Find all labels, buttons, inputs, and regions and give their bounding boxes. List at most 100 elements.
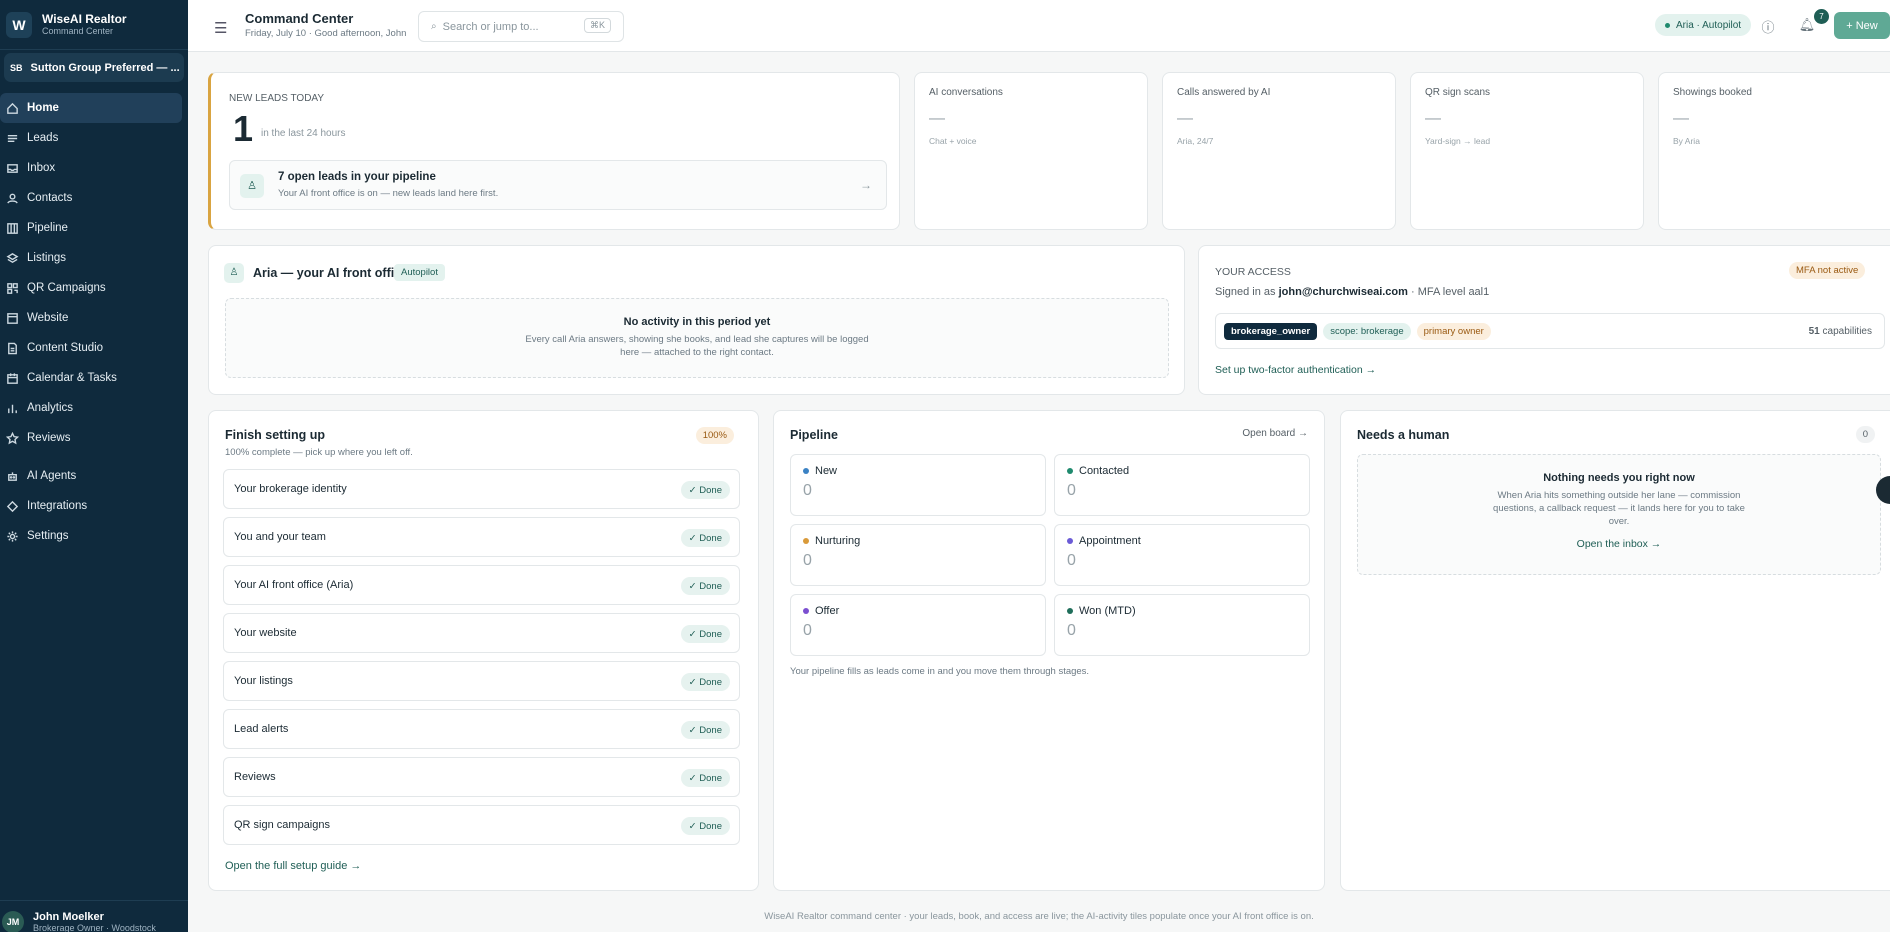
setup-item-label: Your website (234, 627, 297, 639)
status-dot (803, 608, 809, 614)
setup-2fa-link[interactable]: Set up two-factor authentication → (1215, 364, 1376, 376)
stage-value: 0 (1067, 622, 1076, 639)
sidebar-item-calendar[interactable]: Calendar & Tasks (0, 363, 188, 393)
calendar-icon (7, 372, 18, 384)
stage-label: Nurturing (815, 535, 861, 547)
stage-label: Contacted (1079, 465, 1130, 477)
menu-icon[interactable]: ☰ (214, 19, 227, 37)
sidebar-item-label: Leads (27, 132, 59, 144)
kpi-showings-booked: Showings booked — By Aria (1658, 72, 1890, 230)
stage-won[interactable]: Won (MTD) 0 (1054, 594, 1310, 656)
sidebar-item-listings[interactable]: Listings (0, 243, 188, 273)
setup-item[interactable]: Lead alerts ✓ Done (223, 709, 740, 749)
done-label: Done (699, 724, 722, 736)
sidebar-item-contacts[interactable]: Contacts (0, 183, 188, 213)
mfa-level: · MFA level aal1 (1410, 286, 1490, 298)
setup-percent-badge: 100% (695, 427, 734, 444)
stage-label: Offer (815, 605, 840, 617)
stage-label: Won (MTD) (1079, 605, 1136, 617)
setup-item[interactable]: Your AI front office (Aria) ✓ Done (223, 565, 740, 605)
done-label: Done (699, 628, 722, 640)
setup-item[interactable]: Reviews ✓ Done (223, 757, 740, 797)
app-subtitle: Command Center (42, 25, 114, 36)
needs-human-empty-text: When Aria hits something outside her lan… (1493, 490, 1745, 527)
setup-item[interactable]: Your website ✓ Done (223, 613, 740, 653)
stage-appointment[interactable]: Appointment 0 (1054, 524, 1310, 586)
stage-new[interactable]: New 0 (790, 454, 1046, 516)
signed-in-line: Signed in as john@churchwiseai.com · MFA… (1215, 286, 1489, 298)
kpi-value: — (1673, 110, 1689, 127)
sidebar-item-inbox[interactable]: Inbox (0, 153, 188, 183)
avatar: JM (2, 911, 24, 932)
help-icon[interactable]: ⓘ (1759, 17, 1777, 35)
sidebar-item-home[interactable]: Home (0, 93, 182, 123)
sidebar-item-label: Calendar & Tasks (27, 372, 117, 384)
done-label: Done (699, 676, 722, 688)
sidebar: W WiseAI Realtor Command Center SB Sutto… (0, 0, 188, 932)
open-inbox-link[interactable]: Open the inbox → (1358, 538, 1880, 550)
bar-chart-icon (8, 404, 17, 413)
setup-item-label: Your listings (234, 675, 293, 687)
stage-value: 0 (1067, 482, 1076, 499)
person-icon (7, 193, 18, 204)
sidebar-item-pipeline[interactable]: Pipeline (0, 213, 188, 243)
kpi-calls-answered: Calls answered by AI — Aria, 24/7 (1162, 72, 1396, 230)
stage-contacted[interactable]: Contacted 0 (1054, 454, 1310, 516)
gear-icon (7, 530, 18, 542)
stage-offer[interactable]: Offer 0 (790, 594, 1046, 656)
user-profile[interactable]: JM John Moelker Brokerage Owner · Woodst… (0, 900, 188, 932)
aria-title: Aria — your AI front office (253, 266, 409, 280)
status-dot (803, 468, 809, 474)
new-leads-period: in the last 24 hours (261, 128, 346, 139)
plug-icon (6, 500, 19, 512)
setup-item-label: Your AI front office (Aria) (234, 579, 354, 591)
setup-item-label: Reviews (234, 771, 276, 783)
setup-item[interactable]: You and your team ✓ Done (223, 517, 740, 557)
sidebar-item-qr-campaigns[interactable]: QR Campaigns (0, 273, 188, 303)
sidebar-item-leads[interactable]: Leads (0, 123, 188, 153)
pipeline-summary[interactable]: ♙ 7 open leads in your pipeline Your AI … (229, 160, 887, 210)
sidebar-item-ai-agents[interactable]: AI Agents (0, 461, 188, 491)
org-switcher[interactable]: SB Sutton Group Preferred — ... (4, 53, 184, 82)
done-badge: ✓ Done (680, 817, 730, 835)
done-label: Done (699, 484, 722, 496)
stage-nurturing[interactable]: Nurturing 0 (790, 524, 1046, 586)
status-dot (1067, 538, 1073, 544)
capabilities-label: capabilities (1822, 325, 1872, 337)
kpi-sub: By Aria (1673, 136, 1700, 146)
new-button[interactable]: + New (1834, 12, 1890, 39)
sidebar-item-content-studio[interactable]: Content Studio (0, 333, 188, 363)
setup-item[interactable]: Your listings ✓ Done (223, 661, 740, 701)
search-shortcut: ⌘K (583, 18, 611, 33)
kpi-qr-scans: QR sign scans — Yard-sign → lead (1410, 72, 1644, 230)
person-icon: ♙ (224, 263, 244, 283)
capabilities-number: 51 (1808, 325, 1820, 337)
open-board-link[interactable]: Open board → (1242, 428, 1308, 439)
org-initials: SB (10, 62, 23, 73)
aria-empty-title: No activity in this period yet (623, 316, 771, 328)
brand[interactable]: W WiseAI Realtor Command Center (0, 0, 188, 50)
bell-icon[interactable]: 🔔︎ (1798, 17, 1816, 35)
setup-item[interactable]: Your brokerage identity ✓ Done (223, 469, 740, 509)
status-pill[interactable]: Aria · Autopilot (1655, 14, 1752, 36)
setup-item[interactable]: QR sign campaigns ✓ Done (223, 805, 740, 845)
sidebar-item-settings[interactable]: Settings (0, 521, 188, 551)
mfa-badge: MFA not active (1789, 262, 1866, 279)
home-icon (7, 102, 18, 114)
kpi-label: Showings booked (1673, 87, 1752, 98)
pipeline-card: Pipeline Open board → New 0 Contacted 0 Nu… (773, 410, 1325, 891)
sidebar-item-reviews[interactable]: Reviews (0, 423, 188, 453)
setup-guide-link[interactable]: Open the full setup guide → (225, 860, 361, 872)
sidebar-item-integrations[interactable]: Integrations (0, 491, 188, 521)
sidebar-item-analytics[interactable]: Analytics (0, 393, 188, 423)
search-input[interactable]: ⌕ Search or jump to... ⌘K (418, 11, 624, 42)
sidebar-item-website[interactable]: Website (0, 303, 188, 333)
stage-value: 0 (803, 482, 812, 499)
browser-icon (7, 312, 18, 324)
sidebar-item-label: Listings (27, 252, 66, 264)
sidebar-item-label: Content Studio (27, 342, 104, 354)
kpi-sub: Yard-sign → lead (1425, 136, 1491, 146)
kpi-label: Calls answered by AI (1177, 87, 1271, 98)
done-badge: ✓ Done (680, 625, 730, 643)
stage-value: 0 (803, 622, 812, 639)
